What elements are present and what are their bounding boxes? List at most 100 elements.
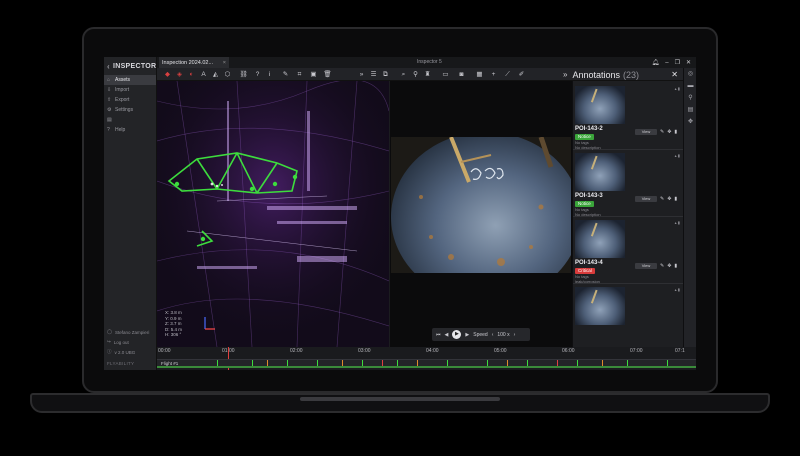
drone-icon[interactable]: ♜: [423, 70, 432, 79]
info-icon[interactable]: i: [265, 70, 274, 79]
time-ruler[interactable]: 00:00 01:00 02:00 03:00 04:00 05:00 06:0…: [157, 347, 696, 357]
move-icon[interactable]: ✥: [667, 263, 671, 269]
zoom-icon[interactable]: ⌕: [399, 70, 408, 79]
user-icon: ◯: [107, 329, 113, 334]
laptop-base: [30, 393, 770, 413]
annotation-thumbnail[interactable]: [575, 86, 625, 124]
crop-icon[interactable]: ⌗: [295, 70, 304, 79]
edit-icon[interactable]: ✎: [660, 263, 664, 269]
info-icon: ⓘ: [107, 349, 112, 354]
photo-viewer[interactable]: ⏮ ◀ ▶ ▶ Speed ‹ 100 x ›: [390, 81, 572, 347]
annotation-card[interactable]: ▴ ▮ POI-143-2 Notice No tags No descript…: [573, 84, 684, 150]
sidebar-item-help[interactable]: ? Help: [104, 125, 156, 135]
close-icon[interactable]: ✕: [671, 70, 678, 79]
chevron-left-icon[interactable]: ‹: [107, 62, 110, 71]
mesh-icon[interactable]: ◭: [211, 70, 220, 79]
sidebar-item-assets[interactable]: ⌂ Assets: [104, 75, 156, 85]
view-button[interactable]: View: [635, 129, 657, 135]
bell-icon[interactable]: 🔔︎: [652, 59, 660, 66]
title-bar: Inspection 2024.02... × Inspector 5 🔔︎ –…: [157, 57, 696, 68]
timeline[interactable]: 00:00 01:00 02:00 03:00 04:00 05:00 06:0…: [157, 347, 696, 370]
draw-icon[interactable]: ✐: [517, 70, 526, 79]
pen-icon[interactable]: ✎: [281, 70, 290, 79]
list-icon[interactable]: ☰: [369, 70, 378, 79]
link-icon[interactable]: ⛓: [239, 70, 248, 79]
time-tick: 04:00: [426, 348, 439, 354]
trash-icon[interactable]: ▮: [674, 263, 677, 269]
save-icon[interactable]: ▣: [309, 70, 318, 79]
more-icon[interactable]: ▴ ▮: [675, 153, 680, 158]
help-circle-icon[interactable]: ?: [253, 70, 262, 79]
minimize-icon[interactable]: –: [665, 60, 668, 66]
time-tick: 03:00: [358, 348, 371, 354]
logout-icon: ↪: [107, 339, 111, 344]
speed-increase-icon[interactable]: ›: [514, 332, 516, 338]
logout-link[interactable]: ↪ Log out: [104, 337, 157, 347]
sidebar-item-library[interactable]: ▤: [104, 115, 156, 125]
box-icon[interactable]: ⬡: [223, 70, 232, 79]
annotations-panel: » Annotations (23) ✕ ▴ ▮ POI-143-2 Notic…: [563, 70, 684, 347]
globe-icon[interactable]: ◎: [684, 68, 696, 80]
sidebar-item-label: Help: [115, 127, 126, 133]
step-forward-icon[interactable]: ▶: [465, 332, 469, 338]
sidebar-item-export[interactable]: ⇧ Export: [104, 95, 156, 105]
collapse-panel-icon[interactable]: »: [563, 70, 567, 79]
text-tool-icon[interactable]: A: [199, 70, 208, 79]
sidebar-footer: ◯ Stefano Zampieri ↪ Log out ⓘ v 2.0 UBG…: [104, 327, 157, 366]
right-tool-rail: ◎ ▬ ⚲ ▤ ✥: [683, 68, 696, 347]
cube-half-icon[interactable]: ◐: [187, 70, 196, 79]
move-icon[interactable]: ✥: [684, 116, 696, 128]
pin-icon[interactable]: ⚲: [411, 70, 420, 79]
brand[interactable]: ‹ INSPECTOR: [104, 57, 156, 75]
expand-icon[interactable]: »: [357, 70, 366, 79]
sidebar-item-import[interactable]: ⇩ Import: [104, 85, 156, 95]
skip-start-icon[interactable]: ⏮: [436, 332, 441, 338]
tab-inspection[interactable]: Inspection 2024.02... ×: [159, 57, 229, 68]
more-icon[interactable]: ▴ ▮: [675, 86, 680, 91]
camera-icon[interactable]: ◙: [457, 70, 466, 79]
annotations-count: (23): [623, 69, 640, 80]
edit-icon[interactable]: ✎: [660, 196, 664, 202]
view-button[interactable]: View: [635, 263, 657, 269]
annotation-card[interactable]: ▴ ▮ POI-143-3 Notice No tags No descript…: [573, 151, 684, 217]
annotation-thumbnail[interactable]: [575, 220, 625, 258]
frame-icon[interactable]: ▭: [441, 70, 450, 79]
cube-red-icon[interactable]: ◆: [163, 70, 172, 79]
sidebar-item-label: Settings: [115, 107, 134, 113]
user-account[interactable]: ◯ Stefano Zampieri: [104, 327, 157, 337]
brand-name: INSPECTOR: [112, 62, 157, 70]
sidebar-item-settings[interactable]: ⚙ Settings: [104, 105, 156, 115]
grid-icon[interactable]: ▦: [475, 70, 484, 79]
track-progress-bar: [157, 366, 696, 368]
inspection-photo[interactable]: [391, 137, 571, 273]
annotation-card[interactable]: ▴ ▮: [573, 285, 684, 351]
folder-icon[interactable]: ▬: [684, 80, 696, 92]
move-icon[interactable]: ✥: [667, 129, 671, 135]
view-button[interactable]: View: [635, 196, 657, 202]
time-tick: 06:00: [562, 348, 575, 354]
point-cloud-viewport[interactable]: X: 3.8 m Y: 0.9 m Z: 3.7 m D: 5.4 m H: 3…: [157, 81, 389, 347]
play-button[interactable]: ▶: [452, 330, 462, 339]
pin-icon[interactable]: ⚲: [684, 92, 696, 104]
trash-icon[interactable]: ▮: [674, 196, 677, 202]
close-tab-icon[interactable]: ×: [223, 60, 226, 66]
edit-icon[interactable]: ✎: [660, 129, 664, 135]
layers-icon[interactable]: ⧉: [381, 70, 390, 79]
speed-decrease-icon[interactable]: ‹: [492, 332, 494, 338]
step-back-icon[interactable]: ◀: [445, 332, 449, 338]
trash-icon[interactable]: ▮: [674, 129, 677, 135]
more-icon[interactable]: ▴ ▮: [675, 287, 680, 292]
maximize-icon[interactable]: ❐: [675, 59, 680, 66]
close-icon[interactable]: ✕: [686, 59, 691, 66]
move-icon[interactable]: ✥: [667, 196, 671, 202]
annotation-card[interactable]: ▴ ▮ POI-143-4 Critical No tags leak/corr…: [573, 218, 684, 284]
document-icon[interactable]: ▤: [684, 104, 696, 116]
trash-icon[interactable]: 🗑︎: [323, 70, 332, 79]
more-icon[interactable]: ▴ ▮: [675, 220, 680, 225]
annotation-thumbnail[interactable]: [575, 153, 625, 191]
measure-icon[interactable]: ⟋: [503, 70, 512, 79]
annotation-thumbnail[interactable]: [575, 287, 625, 325]
cube-split-icon[interactable]: ◈: [175, 70, 184, 79]
flight-track[interactable]: Flight #1: [157, 359, 696, 368]
crosshair-icon[interactable]: +: [489, 70, 498, 79]
